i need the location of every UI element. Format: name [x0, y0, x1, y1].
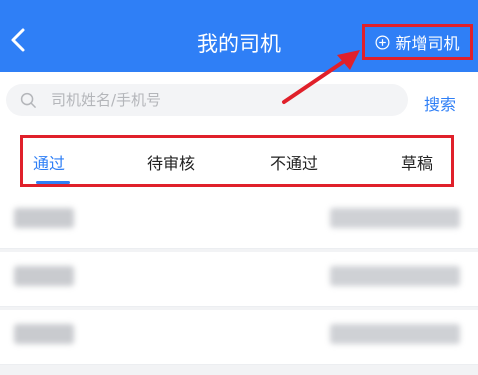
- list-item[interactable]: [0, 310, 478, 365]
- driver-list: [0, 194, 478, 365]
- blurred-driver-phone: [330, 324, 460, 344]
- header-bar: 我的司机 新增司机: [0, 0, 478, 72]
- add-driver-label: 新增司机: [395, 34, 460, 53]
- search-icon: [20, 92, 36, 108]
- tab-rejected[interactable]: 不通过: [270, 150, 318, 174]
- list-item[interactable]: [0, 194, 478, 249]
- search-button[interactable]: 搜索: [424, 91, 456, 115]
- status-tabs: 通过 待审核 不通过 草稿: [20, 135, 454, 187]
- add-driver-button[interactable]: 新增司机: [362, 24, 473, 60]
- tab-draft[interactable]: 草稿: [401, 150, 433, 174]
- search-input[interactable]: [51, 91, 391, 109]
- plus-circle-icon: [375, 35, 390, 49]
- blurred-driver-name: [14, 208, 74, 228]
- tab-pending-review[interactable]: 待审核: [147, 150, 195, 174]
- tab-approved[interactable]: 通过: [33, 150, 65, 174]
- blurred-driver-phone: [330, 266, 460, 286]
- list-item[interactable]: [0, 252, 478, 307]
- active-tab-indicator: [36, 181, 70, 184]
- search-box[interactable]: [6, 84, 408, 116]
- blurred-driver-name: [14, 266, 74, 286]
- blurred-driver-name: [14, 324, 74, 344]
- tabs-area: 通过 待审核 不通过 草稿: [0, 128, 478, 194]
- search-row: 搜索: [0, 72, 478, 128]
- blurred-driver-phone: [330, 208, 460, 228]
